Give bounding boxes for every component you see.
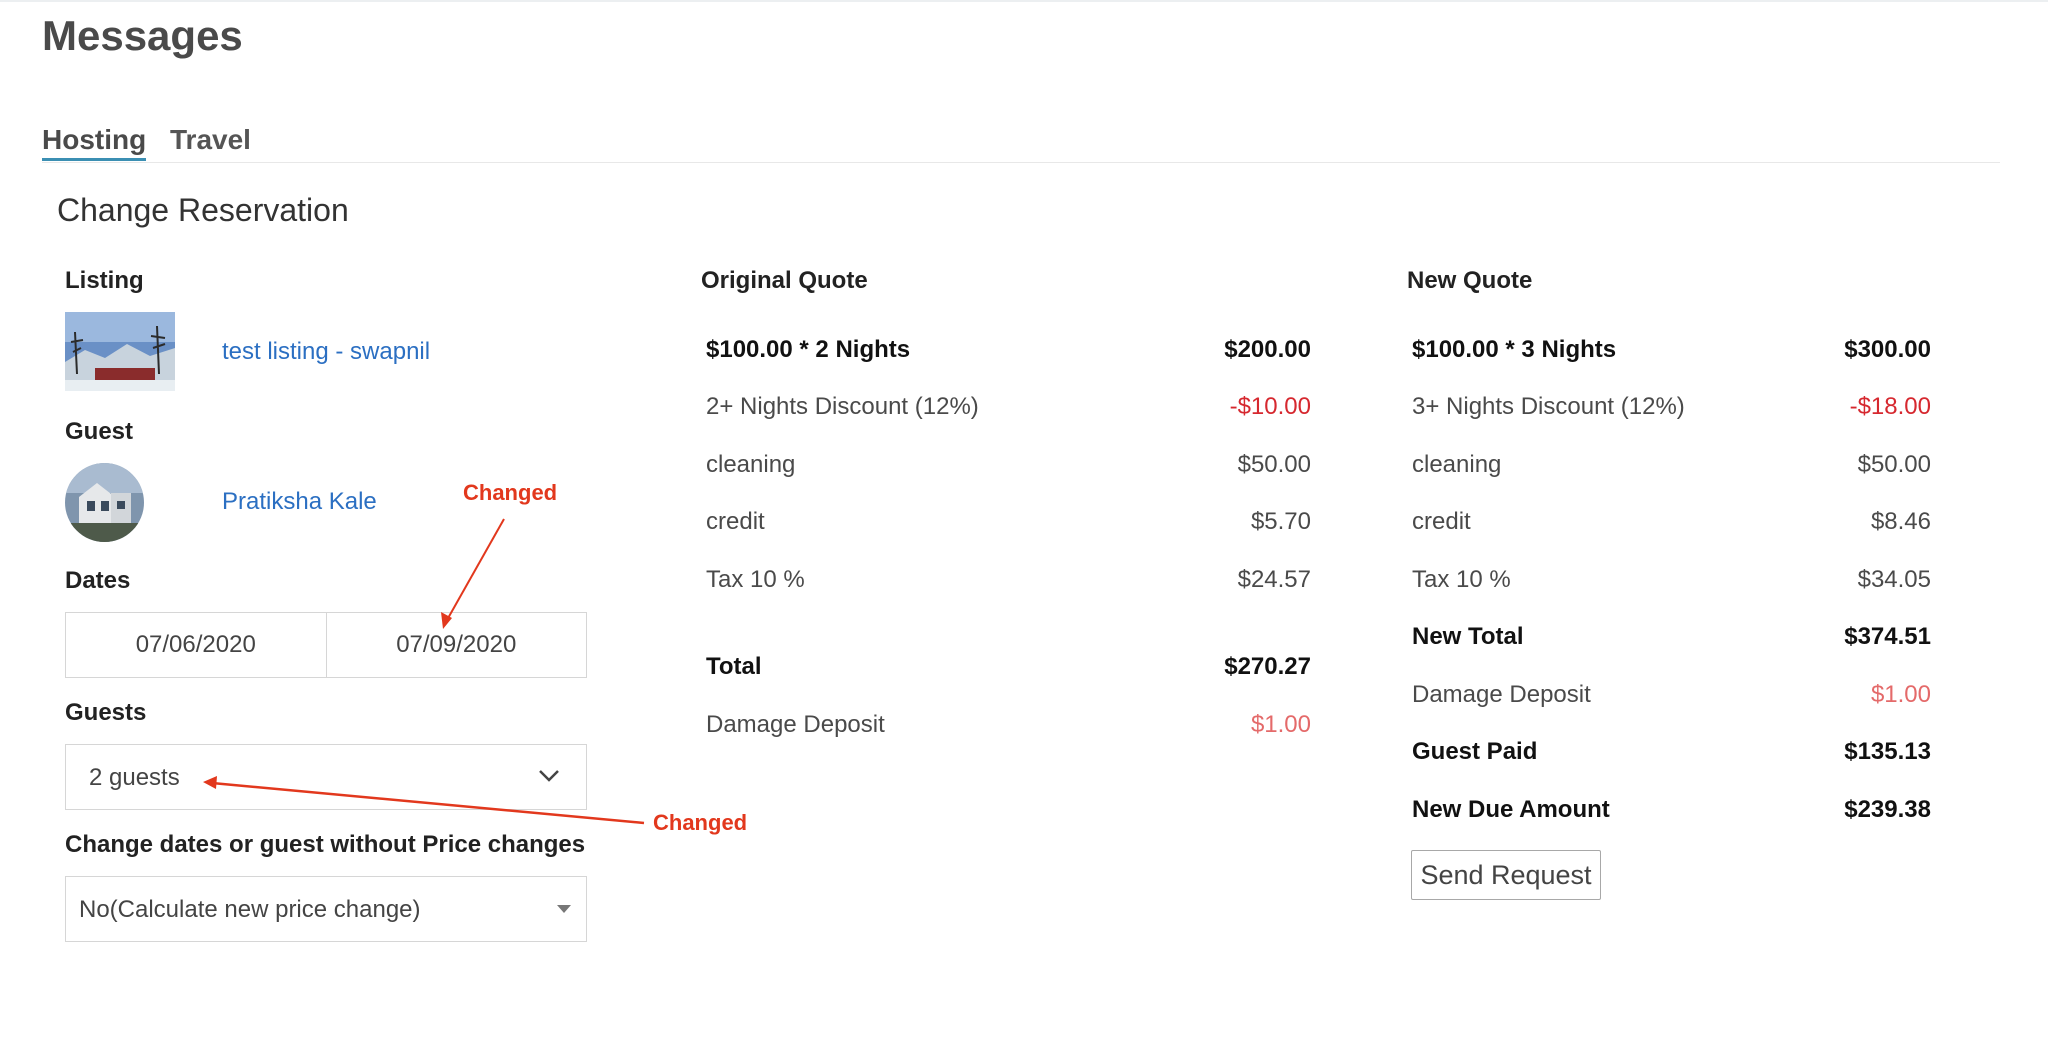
dates-arrow-icon	[441, 518, 505, 629]
guests-arrow-icon	[203, 776, 645, 825]
annotation-arrows	[203, 518, 645, 825]
